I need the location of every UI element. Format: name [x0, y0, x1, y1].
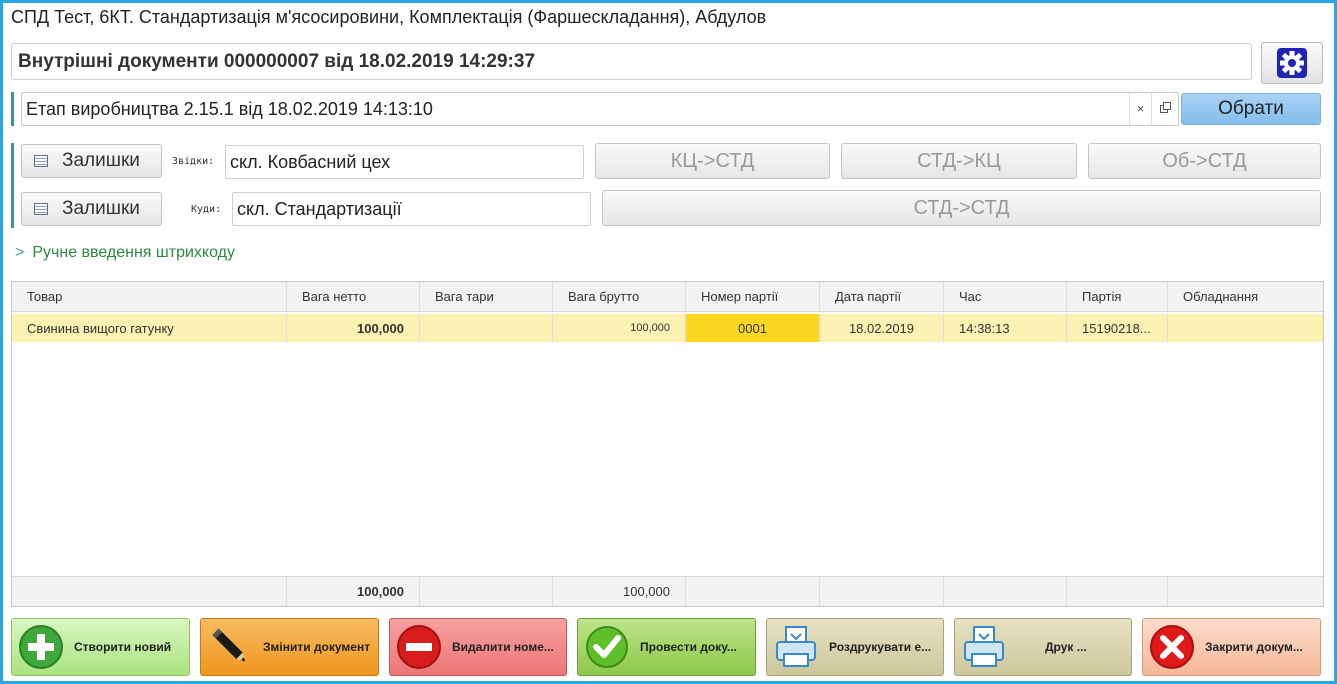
from-label: Звідки: [172, 156, 215, 167]
table-header: Товар Вага нетто Вага тари Вага брутто Н… [12, 282, 1323, 312]
to-remain-label: Залишки [62, 198, 140, 219]
column-header[interactable]: Номер партії [686, 282, 820, 311]
choose-button[interactable]: Обрати [1181, 93, 1321, 125]
post-document-label: Провести доку... [640, 640, 737, 654]
document-title: Внутрішні документи 000000007 від 18.02.… [11, 43, 1252, 80]
total-net: 100,000 [287, 577, 420, 606]
to-label: Куди: [191, 204, 222, 215]
column-header[interactable]: Обладнання [1168, 282, 1323, 311]
edit-document-button[interactable]: Змінити документ [200, 618, 379, 676]
clear-icon[interactable]: × [1129, 93, 1151, 125]
footer-cell [1067, 577, 1168, 606]
from-remain-button[interactable]: Залишки [21, 144, 162, 178]
post-document-button[interactable]: Провести доку... [577, 618, 756, 676]
cell-time[interactable]: 14:38:13 [944, 314, 1067, 342]
stage-field[interactable]: Етап виробництва 2.15.1 від 18.02.2019 1… [21, 92, 1179, 126]
cell-batch-date[interactable]: 18.02.2019 [820, 314, 944, 342]
plus-icon [19, 625, 63, 669]
pencil-icon [212, 628, 246, 662]
footer-cell [1168, 577, 1323, 606]
chevron-right-icon: > [15, 244, 25, 261]
manual-barcode-toggle[interactable]: > Ручне введення штрихкоду [15, 244, 235, 262]
close-document-label: Закрити докум... [1205, 640, 1303, 654]
direction-button-std-kc[interactable]: СТД->КЦ [841, 143, 1077, 179]
print-label-label: Роздрукувати е... [829, 640, 932, 654]
cell-batch[interactable]: 15190218... [1067, 314, 1168, 342]
print-label-button[interactable]: Роздрукувати е... [766, 618, 944, 676]
close-document-button[interactable]: Закрити докум... [1142, 618, 1321, 676]
create-new-label: Створити новий [74, 640, 172, 654]
group-marker [11, 143, 14, 228]
column-header[interactable]: Вага тари [420, 282, 553, 311]
create-new-button[interactable]: Створити новий [11, 618, 190, 676]
table-footer: 100,000 100,000 [12, 576, 1323, 606]
footer-cell [820, 577, 944, 606]
from-field[interactable]: скл. Ковбасний цех [225, 145, 584, 179]
window-title: СПД Тест, 6КТ. Стандартизація м'ясосиров… [11, 7, 767, 27]
cell-net[interactable]: 100,000 [287, 314, 420, 342]
minus-icon [397, 625, 441, 669]
gear-icon [1277, 48, 1307, 78]
manual-barcode-label: Ручне введення штрихкоду [32, 244, 235, 261]
column-header[interactable]: Вага нетто [287, 282, 420, 311]
footer-cell [12, 577, 287, 606]
delete-number-label: Видалити номе... [452, 640, 554, 654]
column-header[interactable]: Дата партії [820, 282, 944, 311]
from-remain-label: Залишки [62, 150, 140, 171]
column-header[interactable]: Вага брутто [553, 282, 686, 311]
column-header[interactable]: Товар [12, 282, 287, 311]
to-field[interactable]: скл. Стандартизації [232, 192, 591, 226]
to-remain-button[interactable]: Залишки [21, 192, 162, 226]
footer-cell [420, 577, 553, 606]
open-icon[interactable] [1151, 93, 1178, 125]
table-row[interactable]: Свинина вищого гатунку 100,000 100,000 0… [12, 314, 1323, 342]
app-window: СПД Тест, 6КТ. Стандартизація м'ясосиров… [3, 3, 1334, 681]
direction-button-std-std[interactable]: СТД->СТД [602, 190, 1321, 226]
printer-icon [964, 626, 1004, 667]
items-table: Товар Вага нетто Вага тари Вага брутто Н… [11, 281, 1324, 607]
edit-document-label: Змінити документ [263, 640, 371, 654]
footer-cell [686, 577, 820, 606]
close-icon [1150, 625, 1194, 669]
cell-batch-number[interactable]: 0001 [686, 314, 820, 342]
settings-button[interactable] [1261, 42, 1323, 84]
column-header[interactable]: Партія [1067, 282, 1168, 311]
print-button[interactable]: Друк ... [954, 618, 1132, 676]
open-window-icon [1159, 102, 1171, 113]
list-icon [34, 203, 48, 215]
column-header[interactable]: Час [944, 282, 1067, 311]
direction-button-ob-std[interactable]: Об->СТД [1088, 143, 1321, 179]
print-label: Друк ... [1045, 640, 1087, 654]
footer-cell [944, 577, 1067, 606]
cell-product[interactable]: Свинина вищого гатунку [12, 314, 287, 342]
list-icon [34, 155, 48, 167]
cell-tare[interactable] [420, 314, 553, 342]
direction-button-kc-std[interactable]: КЦ->СТД [595, 143, 830, 179]
cell-gross[interactable]: 100,000 [553, 314, 686, 342]
checkmark-icon [586, 626, 628, 668]
delete-number-button[interactable]: Видалити номе... [389, 618, 567, 676]
total-gross: 100,000 [553, 577, 686, 606]
printer-icon [776, 626, 816, 667]
cell-equipment[interactable] [1168, 314, 1323, 342]
required-marker [11, 92, 14, 126]
